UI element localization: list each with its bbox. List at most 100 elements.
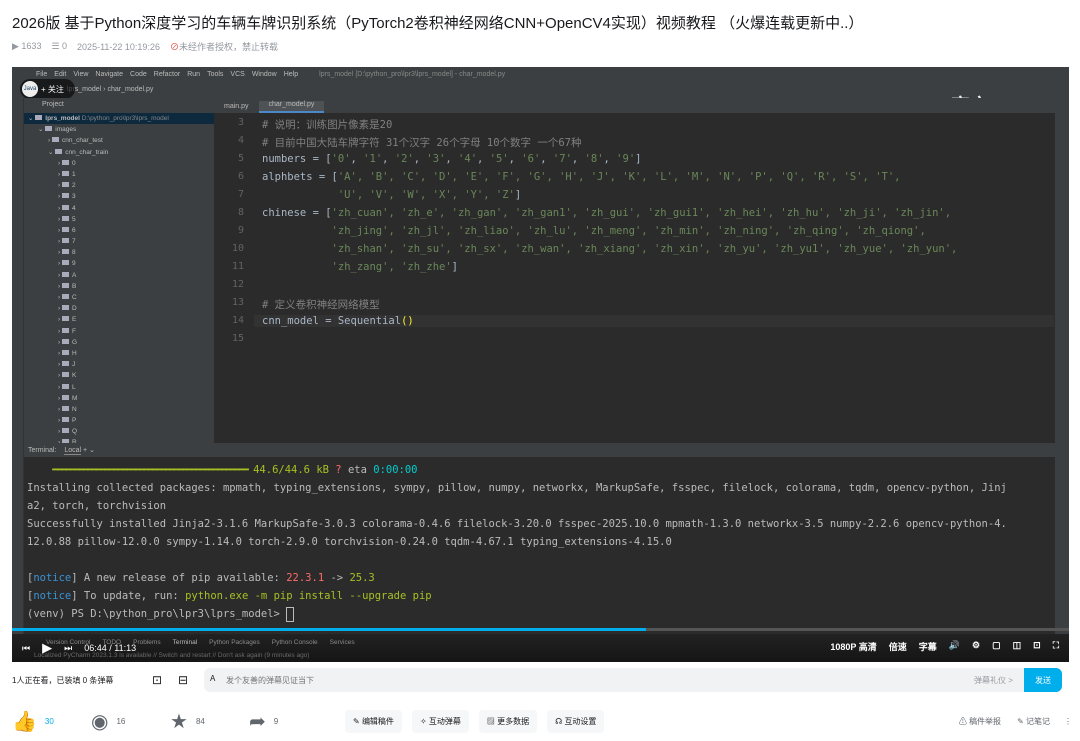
menu-navigate[interactable]: Navigate xyxy=(95,71,123,78)
code-line: # 说明：训练图片像素是20 xyxy=(262,119,393,131)
tree-folder[interactable]: › J xyxy=(24,359,214,370)
coin-icon: ◉ xyxy=(91,710,109,733)
share-button[interactable]: ➦ 9 xyxy=(249,709,345,734)
volume-icon[interactable]: 🔊 xyxy=(949,640,960,653)
tree-folder[interactable]: › 8 xyxy=(24,247,214,258)
player-right-controls: 1080P 高清 倍速 字幕 🔊 ⚙ ▢ ◫ ⊡ ⛶ xyxy=(830,640,1059,653)
tree-root[interactable]: ⌄ lprs_model D:\python_pro\lpr3\lprs_mod… xyxy=(24,113,214,125)
menu-help[interactable]: Help xyxy=(284,71,298,78)
tree-folder[interactable]: › P xyxy=(24,415,214,426)
pip-icon[interactable]: ▢ xyxy=(992,640,1001,653)
tree-folder[interactable]: › M xyxy=(24,393,214,404)
subtitle-button[interactable]: 字幕 xyxy=(919,640,937,653)
thumbs-up-icon: 👍 xyxy=(12,710,37,733)
like-button[interactable]: 👍 30 xyxy=(12,709,91,734)
tab-terminal-local[interactable]: Local xyxy=(64,447,82,455)
views: ▶ 1633 xyxy=(12,41,42,51)
tab-main[interactable]: main.py xyxy=(214,103,259,113)
line-number: 11 xyxy=(231,261,244,272)
danmaku-toggle-icon[interactable]: ⊡ xyxy=(152,673,162,687)
danmaku-input[interactable] xyxy=(204,668,1024,692)
more-data-button[interactable]: ▨ 更多数据 xyxy=(478,709,538,733)
next-icon[interactable]: ⏭ xyxy=(64,643,72,654)
line-number: 14 xyxy=(231,315,244,326)
tab-python-console[interactable]: Python Console xyxy=(272,639,318,646)
webfullscreen-icon[interactable]: ⊡ xyxy=(1033,640,1041,653)
etiquette-link[interactable]: 弹幕礼仪 > xyxy=(974,675,1013,686)
tree-folder[interactable]: › Q xyxy=(24,426,214,437)
tree-folder[interactable]: ⌄ images xyxy=(24,124,214,135)
tree-folder[interactable]: › L xyxy=(24,382,214,393)
tree-folder[interactable]: › D xyxy=(24,303,214,314)
code-line: alphbets = ['A', 'B', 'C', 'D', 'E', 'F'… xyxy=(262,171,901,183)
terminal-header: Terminal: Local + ⌄ xyxy=(24,443,1055,457)
tab-terminal[interactable]: Terminal xyxy=(173,639,198,646)
menu-vcs[interactable]: VCS xyxy=(230,71,244,78)
menu-view[interactable]: View xyxy=(73,71,88,78)
text-style-icon[interactable]: A xyxy=(210,674,215,683)
tree-folder[interactable]: › 7 xyxy=(24,236,214,247)
tree-folder[interactable]: › A xyxy=(24,270,214,281)
tree-folder[interactable]: › G xyxy=(24,337,214,348)
tree-folder[interactable]: › 1 xyxy=(24,169,214,180)
edit-button[interactable]: ✎ 编辑稿件 xyxy=(345,709,402,733)
tree-folder[interactable]: › B xyxy=(24,281,214,292)
project-header[interactable]: Project xyxy=(24,98,214,113)
tree-folder[interactable]: › E xyxy=(24,314,214,325)
tree-folder[interactable]: › F xyxy=(24,326,214,337)
share-icon: ➦ xyxy=(249,710,266,733)
tree-folder[interactable]: › 0 xyxy=(24,158,214,169)
tree-folder[interactable]: › 3 xyxy=(24,191,214,202)
tab-char-model[interactable]: char_model.py xyxy=(258,101,325,113)
video-player[interactable]: File Edit View Navigate Code Refactor Run Tools… xyxy=(12,67,1069,662)
terminal-output[interactable]: ━━━━━━━━━━━━━━━━━━━━━━━━━━━━━━━━━━━━━━━━… xyxy=(24,457,1055,632)
prev-icon[interactable]: ⏮ xyxy=(22,643,30,654)
code-editor[interactable]: 3 4 5 6 7 8 9 10 11 12 13 14 15 # 说明：训练图片像素是20 # 目前中… xyxy=(214,113,1055,443)
left-tool-strip xyxy=(12,98,24,634)
interactive-danmaku-button[interactable]: ✧ 互动弹幕 xyxy=(411,709,469,733)
tab-services[interactable]: Services xyxy=(330,639,355,646)
tree-folder[interactable]: › H xyxy=(24,348,214,359)
menu-edit[interactable]: Edit xyxy=(54,71,66,78)
send-button[interactable]: 发送 xyxy=(1024,668,1062,692)
menu-tools[interactable]: Tools xyxy=(207,71,223,78)
terminal-line: Installing collected packages: mpmath, t… xyxy=(27,482,1007,494)
report-button[interactable]: ⚠ 稿件举报 xyxy=(959,716,1001,727)
more-icon[interactable]: ⋮ xyxy=(1064,717,1072,726)
tab-problems[interactable]: Problems xyxy=(133,639,160,646)
tree-folder[interactable]: › 4 xyxy=(24,203,214,214)
tree-folder[interactable]: › K xyxy=(24,370,214,381)
tree-folder[interactable]: › C xyxy=(24,292,214,303)
right-tool-strip xyxy=(1055,82,1069,634)
favorite-button[interactable]: ★ 84 xyxy=(170,709,249,734)
add-terminal-icon[interactable]: + ⌄ xyxy=(83,447,95,454)
project-tree[interactable]: ⌄ lprs_model D:\python_pro\lpr3\lprs_mod… xyxy=(24,113,214,446)
menu-refactor[interactable]: Refactor xyxy=(154,71,180,78)
fullscreen-icon[interactable]: ⛶ xyxy=(1053,640,1059,653)
tree-folder[interactable]: › N xyxy=(24,404,214,415)
follow-button[interactable]: Java + 关注 xyxy=(20,79,75,99)
danmaku-settings-icon[interactable]: ⊟ xyxy=(178,673,188,687)
quality-button[interactable]: 1080P 高清 xyxy=(830,640,876,653)
tree-folder[interactable]: › 9 xyxy=(24,258,214,269)
tree-folder[interactable]: › 6 xyxy=(24,225,214,236)
tree-folder[interactable]: ⌄ cnn_char_train xyxy=(24,147,214,158)
speed-button[interactable]: 倍速 xyxy=(889,640,907,653)
tree-folder[interactable]: › 2 xyxy=(24,180,214,191)
tree-folder[interactable]: › cnn_char_test xyxy=(24,135,214,146)
tree-folder[interactable]: › 5 xyxy=(24,214,214,225)
menu-window[interactable]: Window xyxy=(252,71,277,78)
note-button[interactable]: ✎ 记笔记 xyxy=(1017,716,1050,727)
progress-scrubber[interactable] xyxy=(12,628,1069,631)
menu-file[interactable]: File xyxy=(36,71,47,78)
interaction-settings-button[interactable]: ☊ 互动设置 xyxy=(547,709,605,733)
play-button[interactable]: ▶ xyxy=(42,640,52,656)
widescreen-icon[interactable]: ◫ xyxy=(1013,640,1022,653)
tab-python-packages[interactable]: Python Packages xyxy=(209,639,260,646)
menu-code[interactable]: Code xyxy=(130,71,147,78)
copyright-notice: ⊘未经作者授权，禁止转载 xyxy=(169,42,278,52)
menu-run[interactable]: Run xyxy=(187,71,200,78)
danmaku-count: ☰ 0 xyxy=(51,41,68,51)
coin-button[interactable]: ◉ 16 xyxy=(91,709,170,734)
settings-icon[interactable]: ⚙ xyxy=(972,640,980,653)
